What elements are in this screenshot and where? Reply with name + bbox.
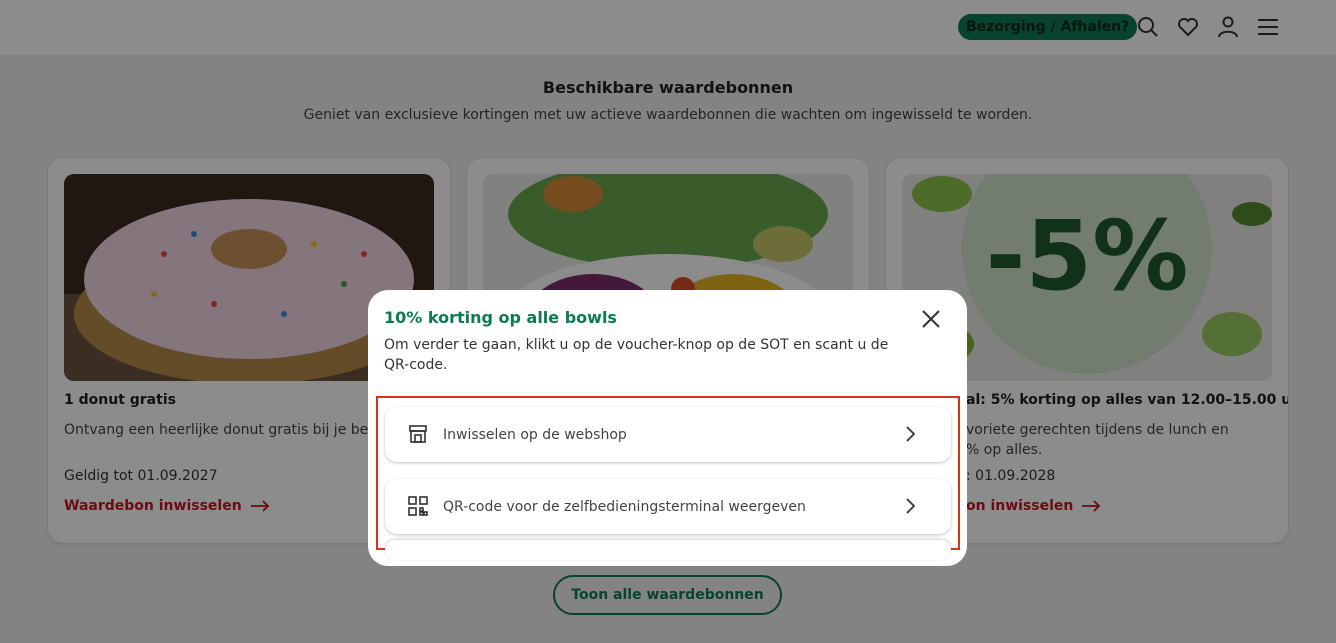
- redeem-webshop-option[interactable]: Inwisselen op de webshop: [385, 407, 951, 462]
- redeem-modal: 10% korting op alle bowls Om verder te g…: [368, 290, 967, 566]
- show-qr-code-option[interactable]: QR-code voor de zelfbedieningsterminal w…: [385, 479, 951, 534]
- modal-title: 10% korting op alle bowls: [384, 308, 617, 327]
- modal-description: Om verder te gaan, klikt u op de voucher…: [384, 337, 889, 373]
- option-label: QR-code voor de zelfbedieningsterminal w…: [443, 498, 806, 515]
- redeem-options: Inwisselen op de webshop QR-code voor de…: [376, 396, 960, 560]
- qr-code-icon: [407, 495, 429, 517]
- chevron-right-icon: [901, 425, 919, 443]
- option-peek: [385, 540, 951, 560]
- chevron-right-icon: [901, 497, 919, 515]
- store-icon: [407, 423, 429, 445]
- option-label: Inwisselen op de webshop: [443, 426, 627, 443]
- close-icon[interactable]: [919, 307, 943, 331]
